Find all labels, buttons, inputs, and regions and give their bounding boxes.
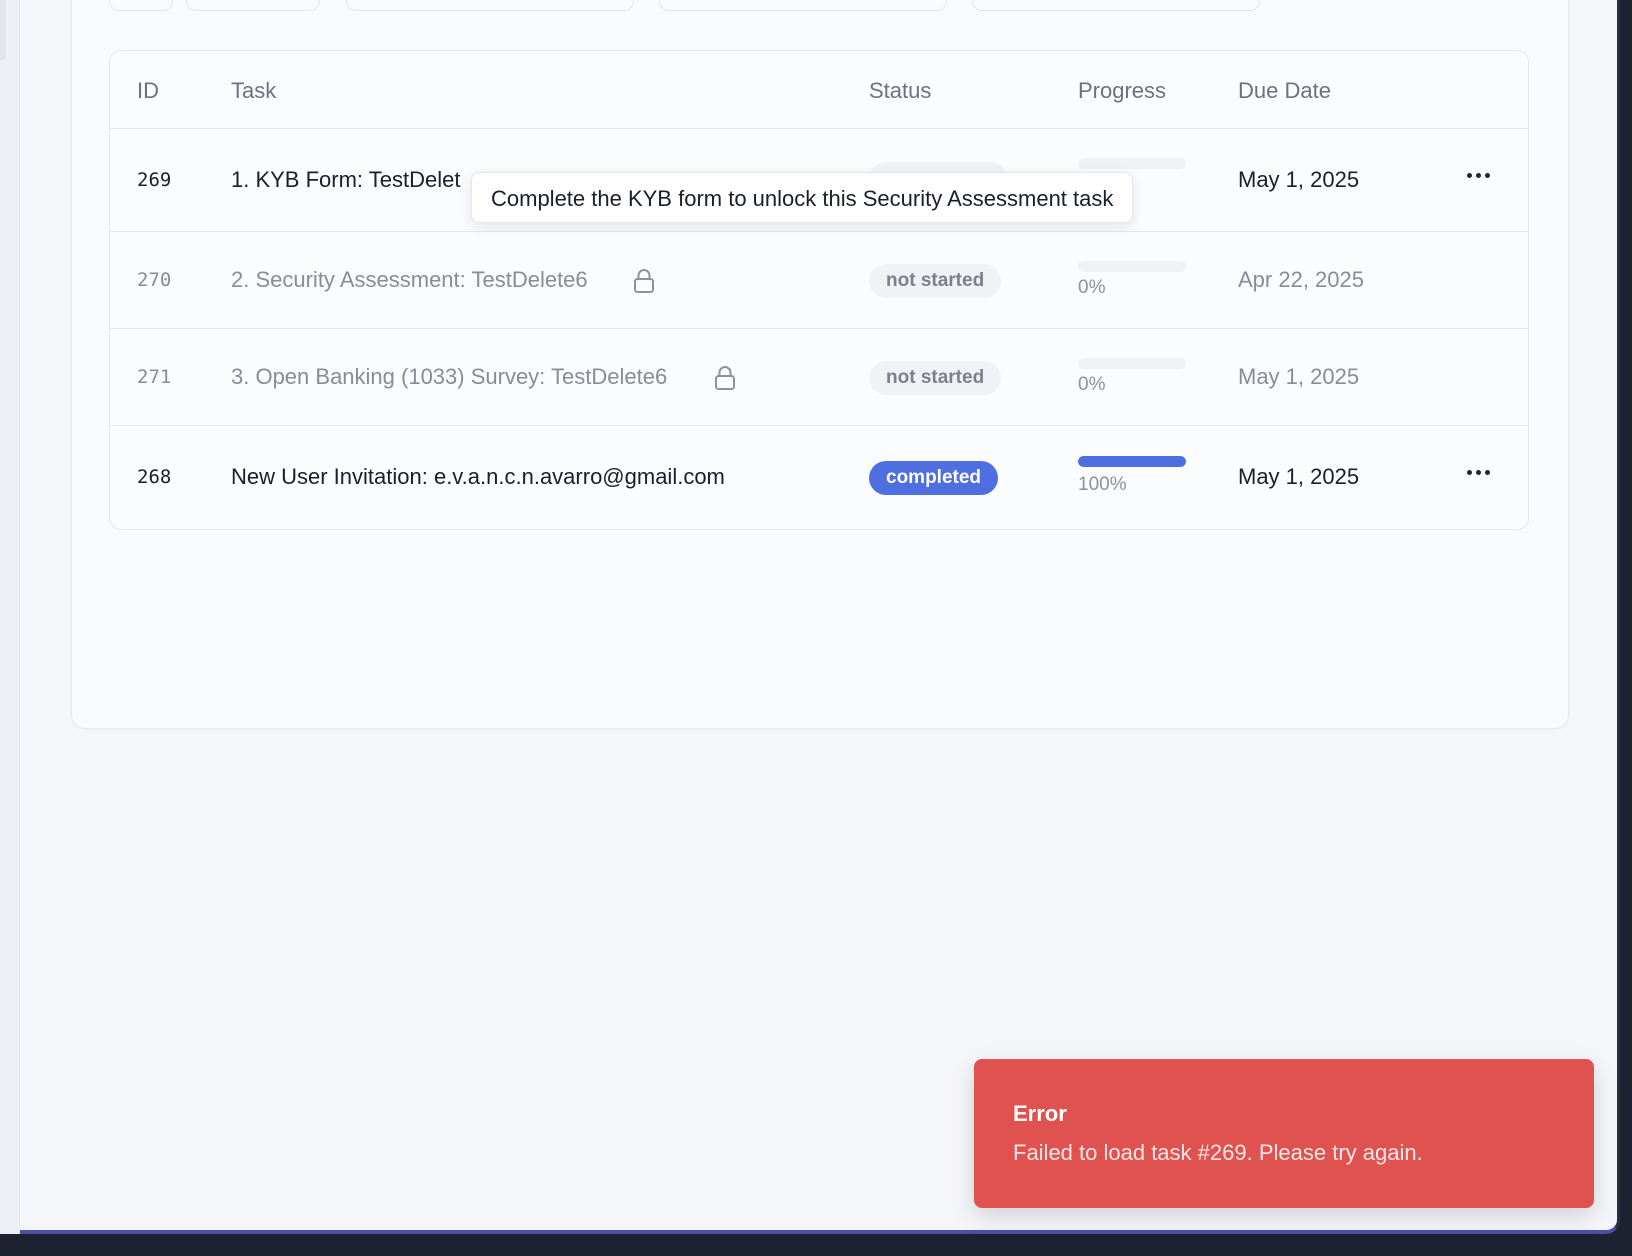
column-header-task[interactable]: Task [231,78,276,104]
due-date: May 1, 2025 [1238,167,1360,192]
sidebar-nub [0,0,6,60]
status-badge: not started [869,264,1002,298]
filter-control-1[interactable] [109,0,173,11]
toast-message: Failed to load task #269. Please try aga… [1013,1140,1423,1165]
progress-bar [1078,261,1186,272]
viewport: ID Task Status Progress Due Date 269 1. … [0,0,1632,1256]
lock-icon [634,269,654,293]
more-horizontal-icon[interactable] [1463,169,1494,182]
task-title[interactable]: New User Invitation: e.v.a.n.c.n.avarro@… [231,464,725,490]
table-header: ID Task Status Progress Due Date [110,51,1528,129]
table-row[interactable]: 268 New User Invitation: e.v.a.n.c.n.ava… [110,426,1528,530]
table-row[interactable]: 270 2. Security Assessment: TestDelete6 … [110,232,1528,329]
filter-control-5[interactable] [972,0,1260,11]
task-id: 269 [137,169,172,191]
error-toast[interactable]: Error Failed to load task #269. Please t… [974,1059,1594,1208]
toast-title: Error [1013,1101,1067,1126]
filter-control-4[interactable] [659,0,947,11]
progress-bar [1078,358,1186,369]
status-badge: completed [869,461,999,495]
column-header-progress[interactable]: Progress [1078,78,1166,104]
progress-percent: 100% [1078,474,1127,495]
sidebar-edge [0,0,20,1234]
tasks-table: ID Task Status Progress Due Date 269 1. … [109,50,1529,530]
task-id: 268 [137,466,172,488]
progress-bar [1078,158,1186,169]
progress-percent: 0% [1078,374,1106,395]
column-header-id[interactable]: ID [137,78,159,104]
app-window: ID Task Status Progress Due Date 269 1. … [0,0,1620,1234]
progress-percent: 0% [1078,277,1106,298]
locked-task-tooltip: Complete the KYB form to unlock this Sec… [471,172,1134,223]
task-id: 270 [137,269,172,291]
task-id: 271 [137,366,172,388]
due-date: May 1, 2025 [1238,364,1360,389]
task-title[interactable]: 1. KYB Form: TestDelet [231,167,460,193]
column-header-status[interactable]: Status [869,78,931,104]
more-horizontal-icon[interactable] [1463,466,1494,479]
task-title: 2. Security Assessment: TestDelete6 [231,267,588,292]
due-date: May 1, 2025 [1238,464,1360,489]
progress-bar [1078,456,1186,467]
filter-control-3[interactable] [346,0,634,11]
column-header-due-date[interactable]: Due Date [1238,78,1331,104]
table-row[interactable]: 271 3. Open Banking (1033) Survey: TestD… [110,329,1528,426]
status-badge: not started [869,361,1002,395]
due-date: Apr 22, 2025 [1238,267,1364,292]
lock-icon [715,366,735,390]
task-title: 3. Open Banking (1033) Survey: TestDelet… [231,364,668,389]
filter-control-2[interactable] [186,0,320,11]
